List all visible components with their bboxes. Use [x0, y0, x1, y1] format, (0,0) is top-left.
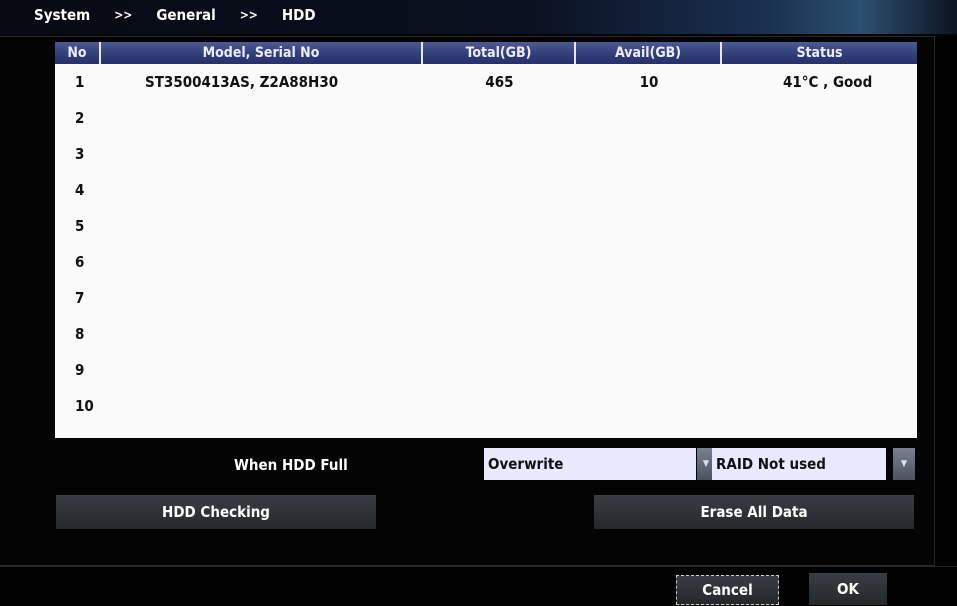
table-cell-status — [722, 280, 917, 316]
erase-all-data-button[interactable]: Erase All Data — [594, 495, 914, 529]
raid-select[interactable]: RAID Not used — [712, 448, 886, 480]
table-cell-no: 9 — [75, 361, 85, 379]
table-row[interactable]: 5 — [55, 208, 917, 244]
table-cell-total: 465 — [485, 73, 514, 91]
table-cell-model — [101, 280, 423, 316]
breadcrumb-separator: >> — [239, 8, 258, 22]
table-cell-avail — [576, 352, 722, 388]
table-cell-total — [423, 388, 576, 424]
table-row[interactable]: 10 — [55, 388, 917, 424]
table-cell-model — [101, 172, 423, 208]
table-cell-avail — [576, 388, 722, 424]
table-cell-status — [722, 172, 917, 208]
table-row[interactable]: 8 — [55, 316, 917, 352]
table-cell-status — [722, 352, 917, 388]
column-header-status: Status — [796, 45, 843, 61]
table-cell-no: 4 — [75, 181, 85, 199]
table-cell-model: ST3500413AS, Z2A88H30 — [145, 73, 339, 91]
table-cell-avail — [576, 208, 722, 244]
table-cell-status: 41°C , Good — [783, 73, 873, 91]
hdd-checking-button[interactable]: HDD Checking — [56, 495, 376, 529]
column-header-no: No — [55, 42, 101, 64]
table-cell-no: 8 — [75, 325, 85, 343]
table-cell-avail — [576, 316, 722, 352]
table-cell-no: 6 — [75, 253, 85, 271]
table-cell-total — [423, 316, 576, 352]
table-row[interactable]: 6 — [55, 244, 917, 280]
table-cell-no: 10 — [75, 397, 94, 415]
table-header: No Model, Serial No Total(GB) Avail(GB) … — [55, 42, 917, 64]
table-row[interactable]: 4 — [55, 172, 917, 208]
table-cell-model — [101, 244, 423, 280]
table-cell-model — [101, 208, 423, 244]
table-cell-total — [423, 244, 576, 280]
table-cell-status — [722, 388, 917, 424]
table-row[interactable]: 3 — [55, 136, 917, 172]
title-bar: System >> General >> HDD — [0, 0, 957, 36]
table-cell-total — [423, 172, 576, 208]
table-cell-total — [423, 136, 576, 172]
breadcrumb-separator: >> — [114, 8, 133, 22]
column-header-total: Total(GB) — [423, 42, 576, 64]
hdd-table: No Model, Serial No Total(GB) Avail(GB) … — [55, 42, 917, 438]
table-cell-avail — [576, 280, 722, 316]
table-cell-model — [101, 352, 423, 388]
table-cell-no: 3 — [75, 145, 85, 163]
table-cell-total — [423, 352, 576, 388]
breadcrumb-system[interactable]: System — [34, 6, 90, 24]
chevron-down-icon[interactable]: ▼ — [893, 448, 915, 480]
table-cell-no: 1 — [75, 73, 85, 91]
table-row[interactable]: 2 — [55, 100, 917, 136]
table-cell-no: 5 — [75, 217, 85, 235]
breadcrumb-hdd: HDD — [281, 6, 316, 24]
table-cell-model — [101, 100, 423, 136]
column-header-model: Model, Serial No — [101, 42, 423, 64]
when-hdd-full-select[interactable]: Overwrite — [484, 448, 696, 480]
table-cell-no: 7 — [75, 289, 85, 307]
table-cell-status — [722, 316, 917, 352]
table-cell-avail: 10 — [639, 73, 659, 91]
cancel-button[interactable]: Cancel — [676, 575, 779, 605]
table-cell-avail — [576, 100, 722, 136]
table-cell-total — [423, 280, 576, 316]
table-cell-status — [722, 136, 917, 172]
table-row[interactable]: 7 — [55, 280, 917, 316]
table-cell-status — [722, 244, 917, 280]
breadcrumb: System >> General >> HDD — [34, 6, 316, 24]
table-cell-status — [722, 208, 917, 244]
when-hdd-full-label: When HDD Full — [234, 456, 348, 474]
table-cell-model — [101, 136, 423, 172]
table-cell-avail — [576, 136, 722, 172]
table-cell-avail — [576, 244, 722, 280]
column-header-avail: Avail(GB) — [576, 42, 722, 64]
table-body: 1 ST3500413AS, Z2A88H30 465 10 41°C , Good 2 3… — [55, 64, 917, 424]
ok-button[interactable]: OK — [809, 573, 887, 605]
breadcrumb-general[interactable]: General — [156, 6, 215, 24]
table-cell-no: 2 — [75, 109, 85, 127]
table-row[interactable]: 9 — [55, 352, 917, 388]
table-cell-model — [101, 388, 423, 424]
divider — [0, 566, 957, 567]
table-row[interactable]: 1 ST3500413AS, Z2A88H30 465 10 41°C , Good — [55, 64, 917, 100]
table-cell-total — [423, 100, 576, 136]
table-cell-total — [423, 208, 576, 244]
table-cell-model — [101, 316, 423, 352]
table-cell-status — [722, 100, 917, 136]
table-cell-avail — [576, 172, 722, 208]
